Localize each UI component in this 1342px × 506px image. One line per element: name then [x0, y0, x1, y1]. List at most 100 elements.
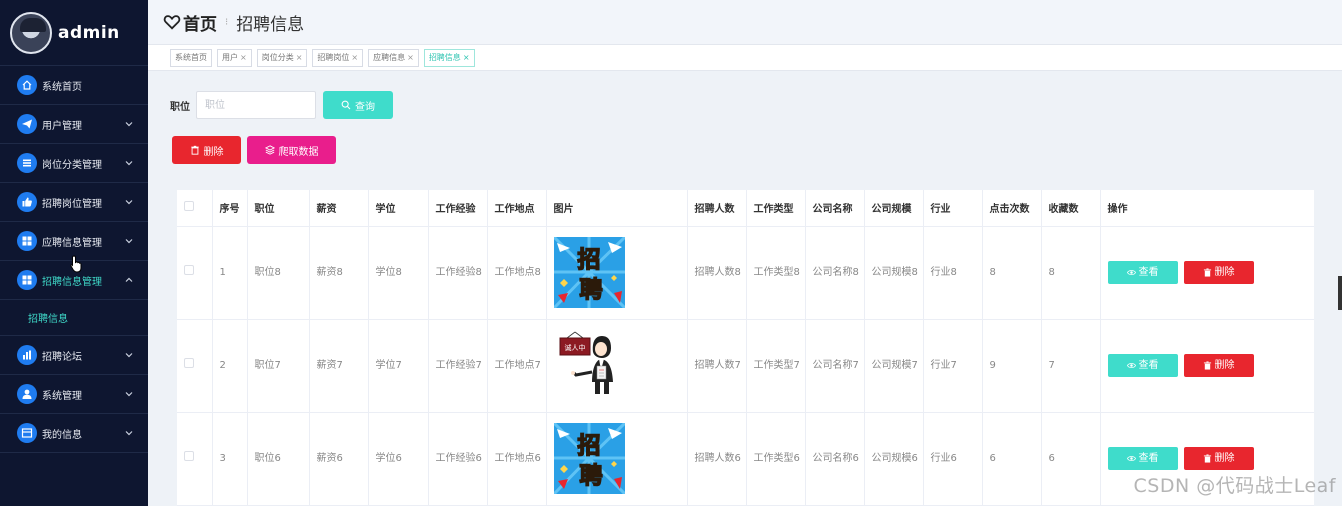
sign-text: 诚人中: [564, 343, 585, 352]
column-header: 序号: [212, 190, 248, 227]
row-select-cell: [177, 226, 213, 320]
user-icon: [17, 384, 37, 404]
sidebar-item-label: 应聘信息管理: [42, 237, 102, 249]
table-row[interactable]: 1 职位8 薪资8 学位8 工作经验8 工作地点8 招聘招聘人数8 工作类型8 公司名称8 公司规…: [177, 226, 1314, 320]
view-button[interactable]: 查看: [1107, 261, 1178, 284]
cell-position: 职位6: [247, 412, 310, 506]
heart-icon: [163, 15, 181, 30]
select-all-cell: [177, 190, 213, 227]
column-header: 图片: [546, 190, 688, 227]
chevron-down-icon: [125, 353, 133, 358]
cell-scale: 公司规模8: [864, 226, 924, 320]
row-checkbox[interactable]: [184, 264, 194, 275]
row-checkbox[interactable]: [184, 450, 194, 461]
tab-2[interactable]: 用户 ×: [217, 48, 252, 67]
row-delete-button[interactable]: 删除: [1183, 261, 1254, 284]
select-all-checkbox[interactable]: [184, 201, 194, 212]
chevron-up-icon: [125, 277, 133, 282]
column-header: 公司名称: [805, 190, 865, 227]
query-button[interactable]: 查询: [323, 91, 393, 119]
breadcrumb-home[interactable]: 首页: [183, 10, 217, 35]
image-cell: 招聘: [546, 226, 688, 320]
close-icon[interactable]: ×: [463, 53, 470, 62]
table-row[interactable]: 2 职位7 薪资7 学位7 工作经验7 工作地点7 诚人中 招聘人数7 工作类型7 公司名称7 公司…: [177, 319, 1314, 413]
column-header: 招聘人数: [687, 190, 747, 227]
cell-clicks: 9: [982, 319, 1042, 413]
close-icon[interactable]: ×: [296, 53, 303, 62]
close-icon[interactable]: ×: [240, 53, 247, 62]
view-button-label: 查看: [1138, 266, 1159, 278]
sidebar-item-label: 招聘信息管理: [42, 276, 102, 288]
view-button[interactable]: 查看: [1107, 354, 1178, 377]
zhaopin-poster-image: 招聘: [553, 237, 625, 308]
sidebar-item-3[interactable]: 岗位分类管理: [0, 144, 148, 183]
cell-scale: 公司规模6: [864, 412, 924, 506]
tab-label: 招聘信息: [428, 53, 461, 62]
trash-icon: [190, 145, 199, 155]
breadcrumb-separator: ⁝: [225, 16, 229, 28]
close-icon[interactable]: ×: [351, 53, 358, 62]
cell-count: 招聘人数7: [687, 319, 747, 413]
trash-icon: [1203, 268, 1211, 277]
column-header: 薪资: [309, 190, 369, 227]
sidebar-item-label: 岗位分类管理: [42, 159, 102, 171]
eye-icon: [1126, 270, 1136, 275]
tab-label: 招聘岗位: [317, 53, 350, 62]
tab-label: 应聘信息: [373, 53, 406, 62]
tab-4[interactable]: 招聘岗位 ×: [312, 48, 364, 67]
cell-favs: 7: [1041, 319, 1101, 413]
scrollbar-thumb[interactable]: [1338, 276, 1342, 310]
tab-1[interactable]: 系统首页: [170, 48, 212, 67]
tab-6[interactable]: 招聘信息 ×: [423, 48, 475, 67]
cell-industry: 行业7: [923, 319, 983, 413]
cell-exp: 工作经验6: [428, 412, 488, 506]
chevron-down-icon: [125, 392, 133, 397]
row-checkbox[interactable]: [184, 357, 194, 368]
sidebar-item-2[interactable]: 用户管理: [0, 105, 148, 144]
search-input[interactable]: [196, 91, 316, 119]
cell-type: 工作类型8: [746, 226, 806, 320]
poster-char-2: 聘: [579, 463, 602, 489]
row-delete-button[interactable]: 删除: [1183, 354, 1254, 377]
breadcrumb-current: 招聘信息: [236, 14, 305, 35]
avatar[interactable]: [10, 11, 52, 54]
submenu-item-recruit-info[interactable]: 招聘信息: [0, 300, 148, 336]
cell-company: 公司名称8: [805, 226, 865, 320]
cell-degree: 学位8: [368, 226, 429, 320]
column-header: 工作经验: [428, 190, 488, 227]
query-button-label: 查询: [355, 101, 375, 113]
tab-3[interactable]: 岗位分类 ×: [256, 48, 308, 67]
close-icon[interactable]: ×: [407, 53, 414, 62]
sidebar-item-9[interactable]: 我的信息: [0, 414, 148, 453]
sidebar-item-7[interactable]: 招聘论坛: [0, 336, 148, 375]
cell-count: 招聘人数8: [687, 226, 747, 320]
username: admin: [58, 22, 120, 43]
cell-loc: 工作地点8: [487, 226, 547, 320]
actions-cell: 查看 删除: [1100, 319, 1314, 413]
sidebar-item-4[interactable]: 招聘岗位管理: [0, 183, 148, 222]
sidebar: admin 系统首页用户管理岗位分类管理招聘岗位管理应聘信息管理 招聘信息管理招聘…: [0, 0, 148, 506]
crawl-data-button[interactable]: 爬取数据: [247, 136, 336, 164]
cell-salary: 薪资7: [309, 319, 369, 413]
sidebar-item-1[interactable]: 系统首页: [0, 66, 148, 105]
tab-5[interactable]: 应聘信息 ×: [368, 48, 419, 67]
mouse-cursor-icon: [70, 255, 82, 273]
trash-icon: [1203, 361, 1211, 370]
sidebar-item-8[interactable]: 系统管理: [0, 375, 148, 414]
search-label: 职位: [170, 102, 190, 113]
column-header: 工作类型: [746, 190, 806, 227]
batch-delete-button[interactable]: 删除: [172, 136, 241, 164]
cell-favs: 6: [1041, 412, 1101, 506]
cell-type: 工作类型7: [746, 319, 806, 413]
batch-delete-label: 删除: [203, 146, 224, 158]
cell-salary: 薪资6: [309, 412, 369, 506]
crawl-data-label: 爬取数据: [278, 146, 319, 158]
sidebar-item-label: 用户管理: [42, 120, 82, 132]
chevron-down-icon: [125, 431, 133, 436]
image-cell: 招聘: [546, 412, 688, 506]
view-button[interactable]: 查看: [1107, 447, 1178, 470]
row-delete-button[interactable]: 删除: [1183, 447, 1254, 470]
cell-loc: 工作地点6: [487, 412, 547, 506]
table-body: 1 职位8 薪资8 学位8 工作经验8 工作地点8 招聘招聘人数8 工作类型8 公司名称8 公司规…: [177, 226, 1314, 506]
cell-clicks: 8: [982, 226, 1042, 320]
